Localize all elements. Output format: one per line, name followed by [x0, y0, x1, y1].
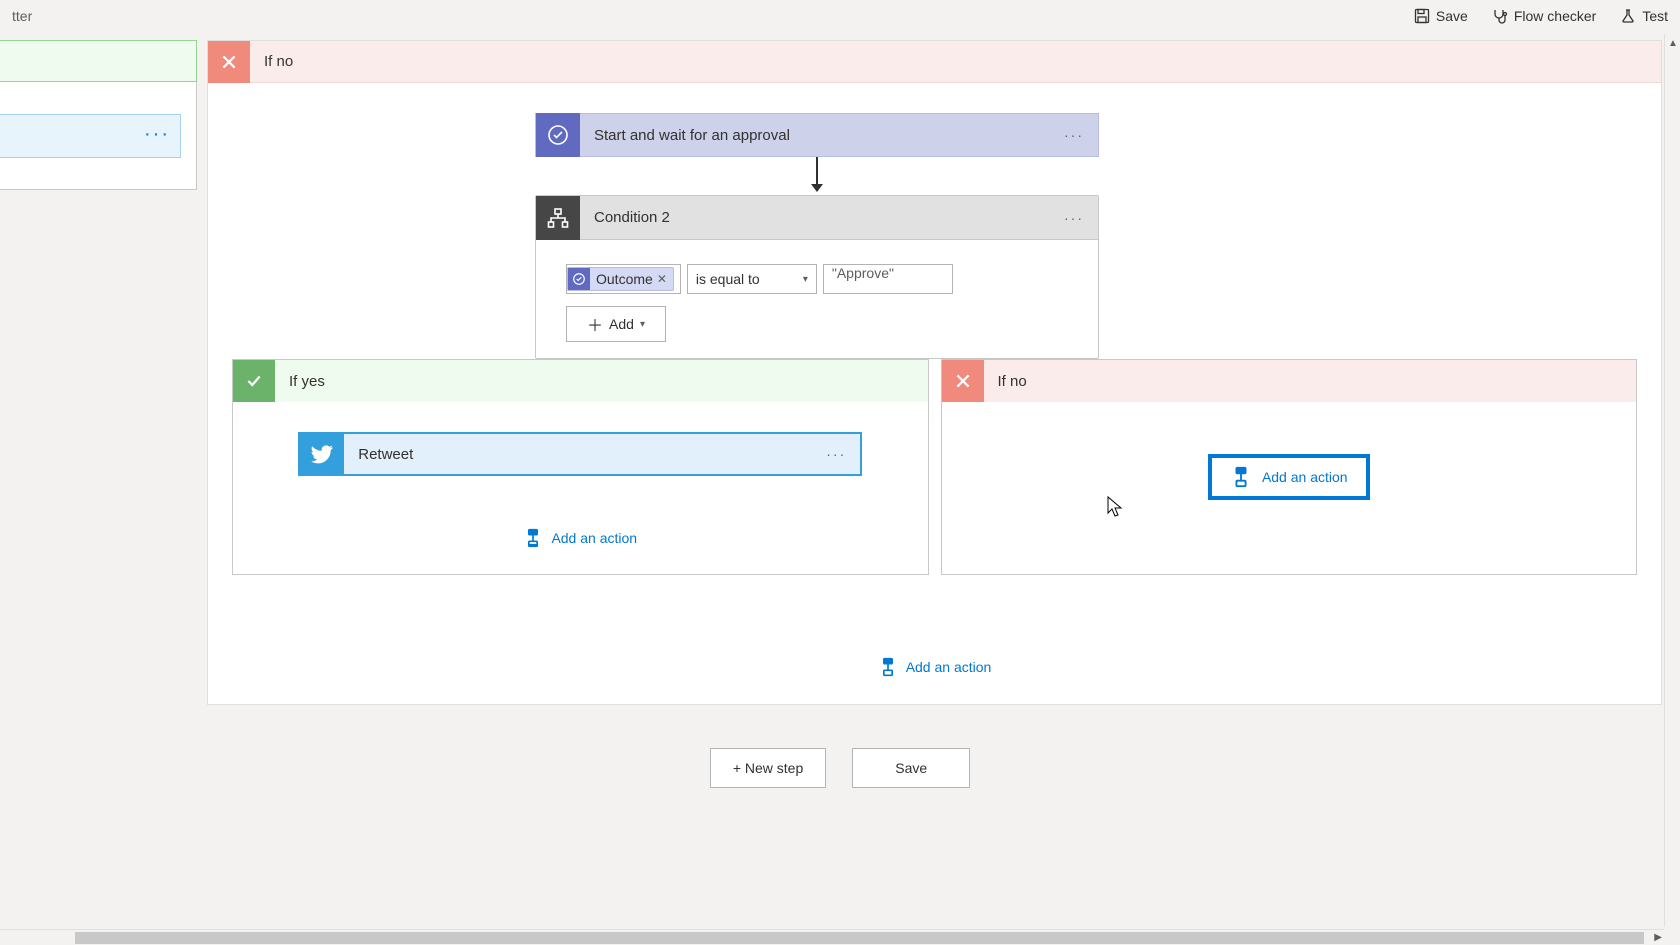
more-menu-icon[interactable]: ··· [1050, 210, 1098, 226]
cross-icon [942, 360, 984, 402]
approval-title: Start and wait for an approval [580, 127, 1050, 144]
clipped-branch-header [0, 40, 197, 82]
add-action-icon [523, 528, 543, 548]
add-action-icon [878, 657, 898, 677]
horizontal-scroll-thumb[interactable] [75, 932, 1644, 944]
flow-canvas: If no Start and wait for an approval ···… [207, 40, 1662, 705]
condition-icon [536, 196, 580, 240]
flow-checker-button[interactable]: Flow checker [1492, 8, 1596, 24]
add-action-no-button[interactable]: Add an action [1208, 454, 1370, 500]
connector-arrow [816, 157, 818, 191]
more-menu-icon[interactable]: ··· [144, 123, 170, 146]
more-menu-icon[interactable]: ··· [812, 446, 860, 462]
top-toolbar: tter Save Flow checker Test [0, 0, 1680, 32]
add-action-yes-button[interactable]: Add an action [511, 522, 649, 554]
condition-header[interactable]: Condition 2 ··· [536, 196, 1098, 240]
approval-icon [568, 268, 590, 290]
flask-icon [1620, 8, 1636, 24]
save-icon [1414, 8, 1430, 24]
retweet-action-card[interactable]: Retweet ··· [298, 432, 862, 476]
if-yes-header[interactable]: If yes [233, 360, 928, 402]
outer-if-no-header[interactable]: If no [208, 41, 1661, 83]
condition-left-operand[interactable]: Outcome ✕ [566, 264, 681, 294]
condition-card: Condition 2 ··· Outcome ✕ is equal to ▾ [535, 195, 1099, 359]
remove-token-icon[interactable]: ✕ [657, 272, 667, 286]
condition-value-input[interactable]: "Approve" [823, 264, 953, 294]
horizontal-scrollbar[interactable]: ▶ [0, 929, 1664, 945]
scroll-right-icon[interactable]: ▶ [1654, 932, 1662, 943]
chevron-down-icon: ▾ [640, 319, 645, 330]
outer-if-no-label: If no [250, 53, 293, 70]
if-yes-label: If yes [275, 373, 325, 390]
stethoscope-icon [1492, 8, 1508, 24]
twitter-icon [300, 432, 344, 476]
scroll-up-icon[interactable]: ▲ [1665, 34, 1680, 52]
condition-title: Condition 2 [580, 209, 1050, 226]
approval-action-card[interactable]: Start and wait for an approval ··· [535, 113, 1099, 157]
save-button-bottom[interactable]: Save [852, 748, 970, 788]
flow-title-fragment: tter [12, 8, 32, 24]
vertical-scrollbar[interactable]: ▲ [1664, 34, 1680, 927]
save-button-top[interactable]: Save [1414, 8, 1468, 24]
add-action-bottom-button[interactable]: Add an action [866, 651, 1004, 683]
cross-icon [208, 41, 250, 83]
more-menu-icon[interactable]: ··· [1050, 127, 1098, 143]
add-condition-button[interactable]: ＋ Add ▾ [566, 306, 666, 342]
dynamic-token-outcome: Outcome ✕ [567, 267, 674, 291]
approval-icon [536, 113, 580, 157]
chevron-down-icon: ▾ [803, 274, 808, 285]
plus-icon: ＋ [587, 312, 603, 336]
if-no-label: If no [984, 373, 1027, 390]
condition-operator-select[interactable]: is equal to ▾ [687, 264, 817, 294]
if-no-branch: If no Add an action [941, 359, 1638, 575]
if-no-header[interactable]: If no [942, 360, 1637, 402]
retweet-title: Retweet [344, 446, 812, 463]
add-action-icon [1230, 466, 1252, 488]
check-icon [233, 360, 275, 402]
clipped-action-card[interactable]: ··· [0, 114, 181, 158]
new-step-button[interactable]: + New step [710, 748, 826, 788]
test-button[interactable]: Test [1620, 8, 1668, 24]
if-yes-branch: If yes Retweet ··· Add an action [232, 359, 929, 575]
